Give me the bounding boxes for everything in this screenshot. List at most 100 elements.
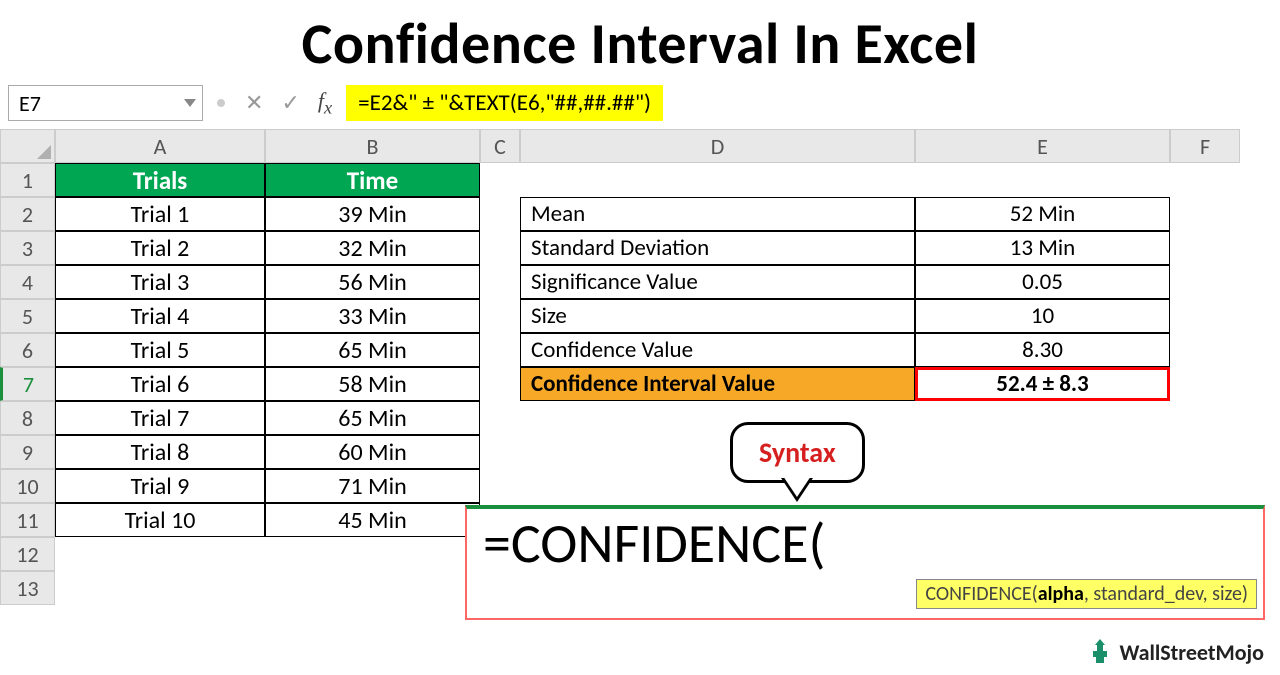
cell-f1[interactable]: [1170, 163, 1240, 197]
cell-b8[interactable]: 65 Min: [265, 401, 480, 435]
cell-c8[interactable]: [480, 401, 520, 435]
brand-watermark: WallStreetMojo: [1087, 637, 1264, 667]
cell-c9[interactable]: [480, 435, 520, 469]
col-header-c[interactable]: C: [480, 129, 520, 163]
cell-b7[interactable]: 58 Min: [265, 367, 480, 401]
cell-f9[interactable]: [1170, 435, 1240, 469]
col-header-b[interactable]: B: [265, 129, 480, 163]
cell-c2[interactable]: [480, 197, 520, 231]
cell-d7[interactable]: Confidence Interval Value: [520, 367, 915, 401]
cell-c6[interactable]: [480, 333, 520, 367]
brand-text: WallStreetMojo: [1119, 639, 1264, 666]
cell-f3[interactable]: [1170, 231, 1240, 265]
cell-c1[interactable]: [480, 163, 520, 197]
cell-c3[interactable]: [480, 231, 520, 265]
cancel-icon[interactable]: ✕: [245, 89, 263, 116]
cell-e7[interactable]: 52.4 ± 8.3: [915, 367, 1170, 401]
col-header-f[interactable]: F: [1170, 129, 1240, 163]
cell-b9[interactable]: 60 Min: [265, 435, 480, 469]
row-header-9[interactable]: 9: [0, 435, 55, 469]
row-header-4[interactable]: 4: [0, 265, 55, 299]
cell-b10[interactable]: 71 Min: [265, 469, 480, 503]
name-box[interactable]: E7: [8, 85, 203, 121]
cell-a5[interactable]: Trial 4: [55, 299, 265, 333]
cell-d5[interactable]: Size: [520, 299, 915, 333]
cell-c7[interactable]: [480, 367, 520, 401]
cell-d4[interactable]: Significance Value: [520, 265, 915, 299]
cell-f7[interactable]: [1170, 367, 1240, 401]
formula-bar: E7 ✕ ✓ fx =E2&" ± "&TEXT(E6,"##,##.##"): [0, 83, 1280, 123]
cell-f10[interactable]: [1170, 469, 1240, 503]
cell-b2[interactable]: 39 Min: [265, 197, 480, 231]
row-header-6[interactable]: 6: [0, 333, 55, 367]
row-header-7[interactable]: 7: [0, 367, 55, 401]
row-header-10[interactable]: 10: [0, 469, 55, 503]
cell-d6[interactable]: Confidence Value: [520, 333, 915, 367]
row-header-5[interactable]: 5: [0, 299, 55, 333]
cell-a12[interactable]: [55, 537, 265, 571]
header-time[interactable]: Time: [265, 163, 480, 197]
cell-e3[interactable]: 13 Min: [915, 231, 1170, 265]
cell-d1[interactable]: [520, 163, 915, 197]
cell-d3[interactable]: Standard Deviation: [520, 231, 915, 265]
header-trials[interactable]: Trials: [55, 163, 265, 197]
cell-b4[interactable]: 56 Min: [265, 265, 480, 299]
cell-f4[interactable]: [1170, 265, 1240, 299]
row-header-12[interactable]: 12: [0, 537, 55, 571]
cell-b3[interactable]: 32 Min: [265, 231, 480, 265]
cell-a2[interactable]: Trial 1: [55, 197, 265, 231]
cell-a4[interactable]: Trial 3: [55, 265, 265, 299]
cell-a10[interactable]: Trial 9: [55, 469, 265, 503]
cell-c4[interactable]: [480, 265, 520, 299]
syntax-callout: Syntax: [730, 422, 865, 483]
cell-f2[interactable]: [1170, 197, 1240, 231]
row-header-8[interactable]: 8: [0, 401, 55, 435]
tooltip-param1: alpha: [1038, 582, 1084, 606]
cell-e10[interactable]: [915, 469, 1170, 503]
separator-icon: [217, 99, 225, 107]
cell-f6[interactable]: [1170, 333, 1240, 367]
row-header-1[interactable]: 1: [0, 163, 55, 197]
cell-b6[interactable]: 65 Min: [265, 333, 480, 367]
col-header-e[interactable]: E: [915, 129, 1170, 163]
cell-f8[interactable]: [1170, 401, 1240, 435]
name-box-value: E7: [19, 90, 41, 117]
tooltip-fn: CONFIDENCE(: [925, 582, 1037, 606]
formula-overlay-text: =CONFIDENCE(: [467, 509, 1263, 579]
select-all-corner[interactable]: [0, 129, 55, 163]
row-header-2[interactable]: 2: [0, 197, 55, 231]
cell-a6[interactable]: Trial 5: [55, 333, 265, 367]
cell-e1[interactable]: [915, 163, 1170, 197]
cell-b11[interactable]: 45 Min: [265, 503, 480, 537]
cell-a11[interactable]: Trial 10: [55, 503, 265, 537]
col-header-d[interactable]: D: [520, 129, 915, 163]
formula-input[interactable]: =E2&" ± "&TEXT(E6,"##,##.##"): [346, 85, 663, 121]
cell-b12[interactable]: [265, 537, 480, 571]
cell-e9[interactable]: [915, 435, 1170, 469]
cell-e2[interactable]: 52 Min: [915, 197, 1170, 231]
cell-c5[interactable]: [480, 299, 520, 333]
cell-a8[interactable]: Trial 7: [55, 401, 265, 435]
row-header-11[interactable]: 11: [0, 503, 55, 537]
cell-a13[interactable]: [55, 571, 265, 605]
cell-a9[interactable]: Trial 8: [55, 435, 265, 469]
cell-f5[interactable]: [1170, 299, 1240, 333]
page-title: Confidence Interval In Excel: [0, 0, 1280, 83]
col-header-a[interactable]: A: [55, 129, 265, 163]
cell-a3[interactable]: Trial 2: [55, 231, 265, 265]
brand-icon: [1087, 637, 1113, 667]
cell-a7[interactable]: Trial 6: [55, 367, 265, 401]
row-header-13[interactable]: 13: [0, 571, 55, 605]
cell-d2[interactable]: Mean: [520, 197, 915, 231]
enter-icon[interactable]: ✓: [281, 89, 299, 116]
cell-b5[interactable]: 33 Min: [265, 299, 480, 333]
cell-b13[interactable]: [265, 571, 480, 605]
cell-e6[interactable]: 8.30: [915, 333, 1170, 367]
row-header-3[interactable]: 3: [0, 231, 55, 265]
cell-c10[interactable]: [480, 469, 520, 503]
cell-e5[interactable]: 10: [915, 299, 1170, 333]
cell-e4[interactable]: 0.05: [915, 265, 1170, 299]
dropdown-icon[interactable]: [184, 99, 196, 107]
fx-icon[interactable]: fx: [318, 88, 332, 118]
cell-e8[interactable]: [915, 401, 1170, 435]
